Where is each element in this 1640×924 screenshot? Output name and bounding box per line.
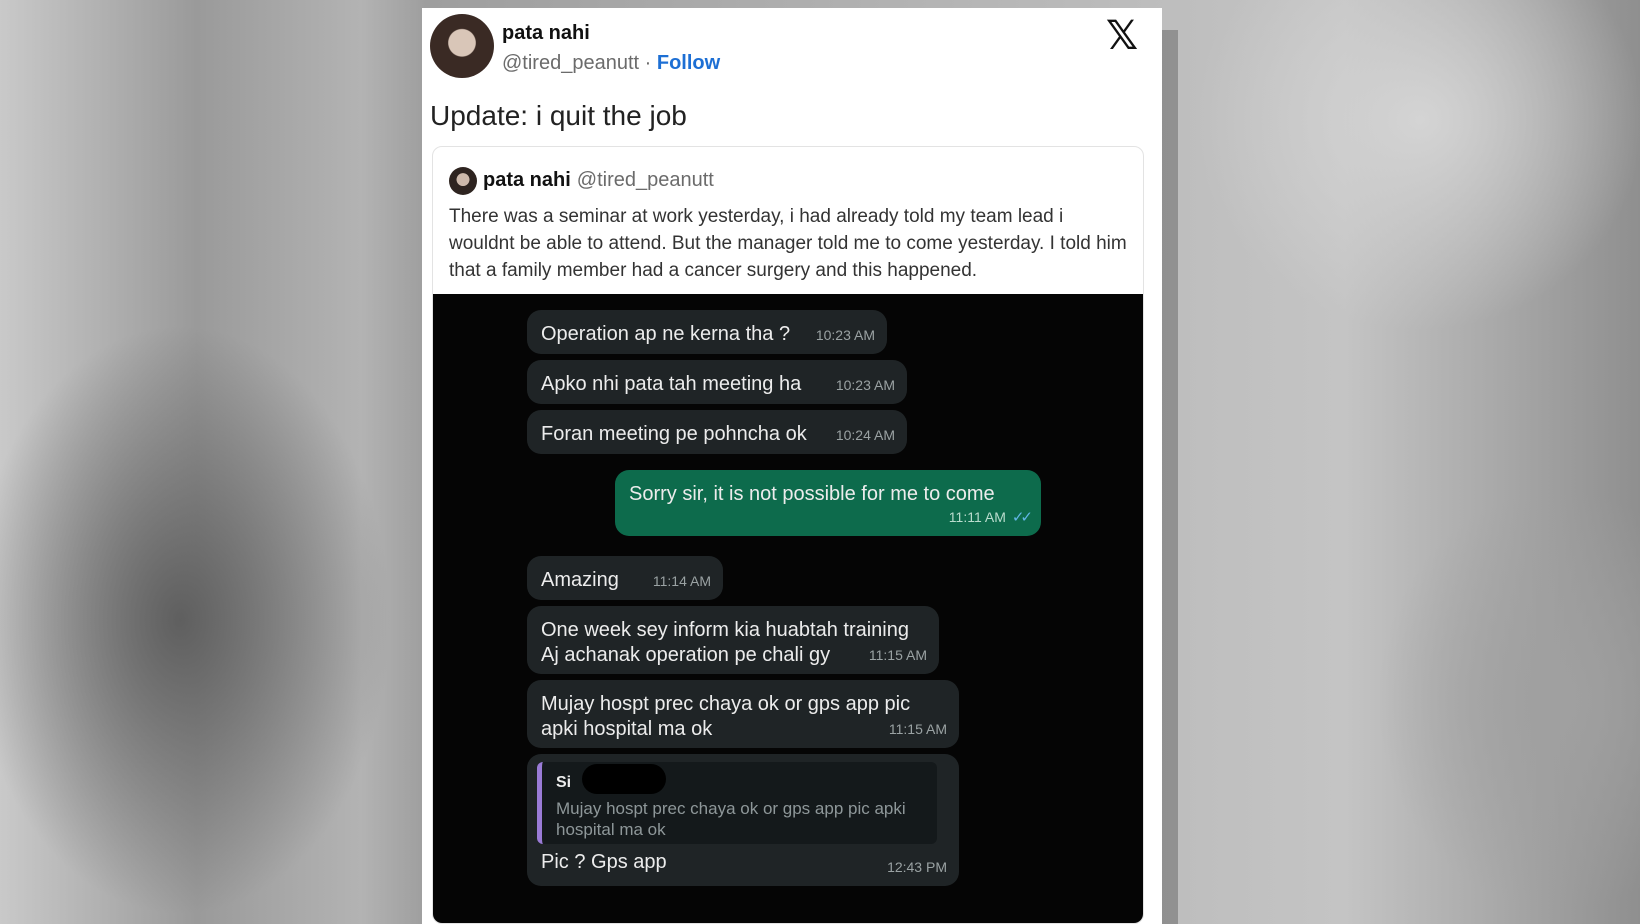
chat-screenshot: Operation ap ne kerna tha ? 10:23 AM Apk…	[433, 294, 1143, 923]
author-handle-line: @tired_peanutt · Follow	[502, 52, 720, 75]
chat-message: Amazing 11:14 AM	[527, 556, 723, 600]
message-time: 10:23 AM	[835, 377, 895, 393]
follow-button[interactable]: Follow	[657, 52, 720, 74]
quoted-author-name: pata nahi	[483, 169, 571, 191]
chat-message: Mujay hospt prec chaya ok or gps app pic…	[527, 680, 959, 748]
message-text: Pic ? Gps app	[541, 851, 667, 873]
chat-message: Apko nhi pata tah meeting ha 10:23 AM	[527, 360, 907, 404]
reply-sender: Si	[556, 774, 572, 791]
quoted-author-avatar	[449, 167, 477, 195]
message-time: 11:11 AM	[948, 509, 1006, 525]
message-time: 12:43 PM	[887, 859, 947, 875]
quoted-author-handle: @tired_peanutt	[576, 169, 714, 191]
message-time: 10:24 AM	[835, 427, 895, 443]
redaction-scribble	[582, 764, 666, 794]
message-text: Mujay hospt prec chaya ok or gps app pic…	[541, 693, 911, 740]
message-text: Amazing	[541, 569, 619, 591]
quoted-tweet[interactable]: pata nahi @tired_peanutt There was a semi…	[432, 146, 1144, 924]
chat-message: Foran meeting pe pohncha ok 10:24 AM	[527, 410, 907, 454]
message-time-row: 11:11 AM ✓✓	[948, 505, 1033, 530]
card-shadow	[1160, 30, 1178, 924]
tweet-card: pata nahi @tired_peanutt · Follow 𝕏 Upda…	[422, 8, 1162, 924]
x-logo-icon[interactable]: 𝕏	[1102, 16, 1142, 56]
message-text: Operation ap ne kerna tha ?	[541, 323, 791, 345]
message-text: One week sey inform kia huabtah training…	[541, 619, 909, 666]
author-name[interactable]: pata nahi	[502, 22, 590, 45]
message-time: 10:23 AM	[815, 327, 875, 343]
reply-quoted-text: Mujay hospt prec chaya ok or gps app pic…	[556, 799, 906, 839]
chat-message: Operation ap ne kerna tha ? 10:23 AM	[527, 310, 887, 354]
chat-message-outgoing: Sorry sir, it is not possible for me to …	[615, 470, 1041, 536]
chat-message-with-reply: Si Mujay hospt prec chaya ok or gps app …	[527, 754, 959, 886]
author-avatar[interactable]	[430, 14, 494, 78]
message-time: 11:15 AM	[888, 721, 947, 737]
message-text: Foran meeting pe pohncha ok	[541, 423, 807, 445]
tweet-text: Update: i quit the job	[430, 100, 687, 131]
reply-quote[interactable]: Si Mujay hospt prec chaya ok or gps app …	[537, 762, 937, 844]
message-text: Apko nhi pata tah meeting ha	[541, 373, 802, 395]
message-time: 11:14 AM	[652, 573, 711, 589]
double-check-icon: ✓✓	[1011, 509, 1033, 526]
author-handle[interactable]: @tired_peanutt	[502, 52, 639, 74]
chat-message: One week sey inform kia huabtah training…	[527, 606, 939, 674]
quoted-tweet-text: There was a seminar at work yesterday, i…	[449, 206, 1127, 281]
message-text: Sorry sir, it is not possible for me to …	[629, 483, 995, 505]
message-time: 11:15 AM	[868, 647, 927, 663]
quoted-author: pata nahi @tired_peanutt	[483, 169, 714, 192]
separator-dot: ·	[644, 52, 652, 74]
